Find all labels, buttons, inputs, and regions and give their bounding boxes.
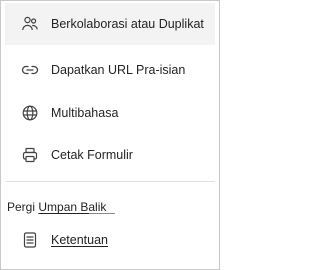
printer-icon [21, 146, 39, 164]
menu-divider [5, 181, 215, 182]
feedback-overlap-line [89, 213, 115, 214]
menu-item-multilingual[interactable]: Multibahasa [5, 92, 215, 134]
feedback-prefix: Pergi [7, 200, 36, 214]
menu-item-label: Ketentuan [51, 233, 108, 247]
menu-item-label: Multibahasa [51, 106, 119, 120]
feedback-link[interactable]: Umpan Balik [38, 200, 106, 214]
more-options-menu: Berkolaborasi atau Duplikat Dapatkan URL… [0, 0, 220, 270]
menu-item-label: Berkolaborasi atau Duplikat [51, 17, 204, 31]
menu-item-label: Dapatkan URL Pra-isian [51, 63, 186, 77]
document-icon [21, 231, 39, 249]
menu-item-collaborate[interactable]: Berkolaborasi atau Duplikat [5, 3, 215, 45]
link-icon [21, 61, 39, 79]
menu-item-terms[interactable]: Ketentuan [5, 219, 215, 261]
menu-item-label: Cetak Formulir [51, 148, 133, 162]
people-icon [21, 15, 39, 33]
globe-icon [21, 104, 39, 122]
feedback-row: Pergi Umpan Balik [7, 200, 106, 214]
menu-item-print[interactable]: Cetak Formulir [5, 134, 215, 176]
menu-item-prefill-url[interactable]: Dapatkan URL Pra-isian [5, 49, 215, 91]
